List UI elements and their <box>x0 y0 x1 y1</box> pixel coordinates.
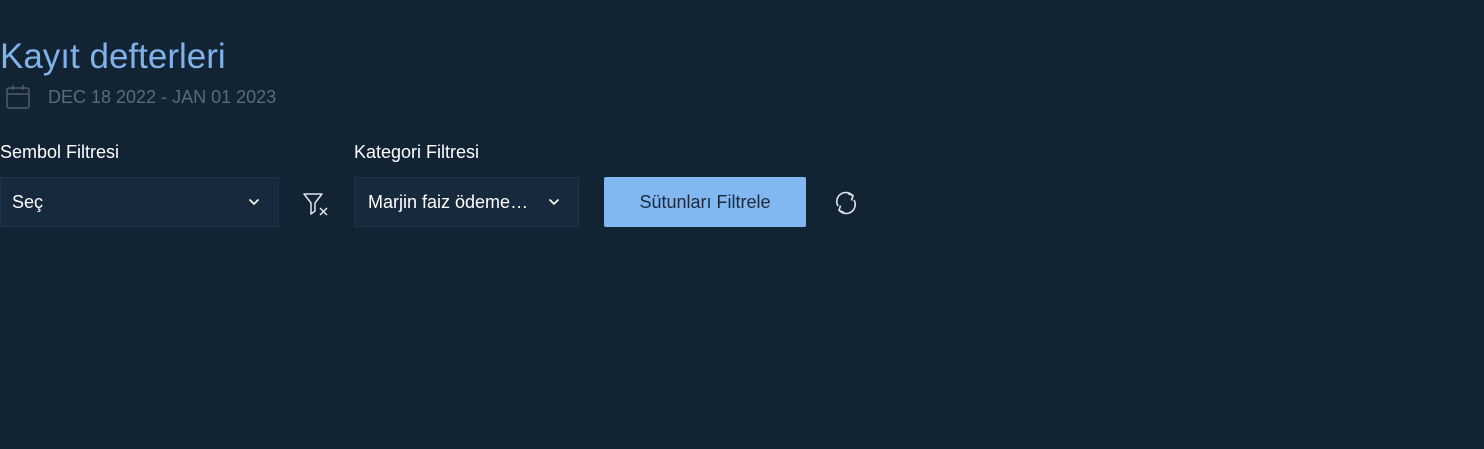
filter-clear-icon <box>303 193 328 216</box>
symbol-filter-select[interactable]: Seç <box>0 177 279 227</box>
category-filter-select[interactable]: Marjin faiz ödemeleri <box>354 177 579 227</box>
clear-filter-button[interactable] <box>300 189 330 219</box>
chevron-down-icon <box>548 198 560 206</box>
symbol-filter-label: Sembol Filtresi <box>0 142 120 162</box>
date-range-picker[interactable]: DEC 18 2022 - JAN 01 2023 <box>5 84 276 110</box>
filter-columns-button[interactable]: Sütunları Filtrele <box>604 177 806 227</box>
logs-page: Kayıt defterleri DEC 18 2022 - JAN 01 20… <box>0 0 1484 449</box>
calendar-icon <box>6 85 30 109</box>
chevron-down-icon <box>248 198 260 206</box>
category-filter-label: Kategori Filtresi <box>354 142 480 162</box>
refresh-icon <box>836 191 856 215</box>
page-title: Kayıt defterleri <box>0 37 226 77</box>
category-filter-value: Marjin faiz ödemeleri <box>368 191 532 212</box>
date-range-text: DEC 18 2022 - JAN 01 2023 <box>48 86 277 107</box>
symbol-filter-value: Seç <box>12 191 44 212</box>
refresh-button[interactable] <box>831 188 861 218</box>
